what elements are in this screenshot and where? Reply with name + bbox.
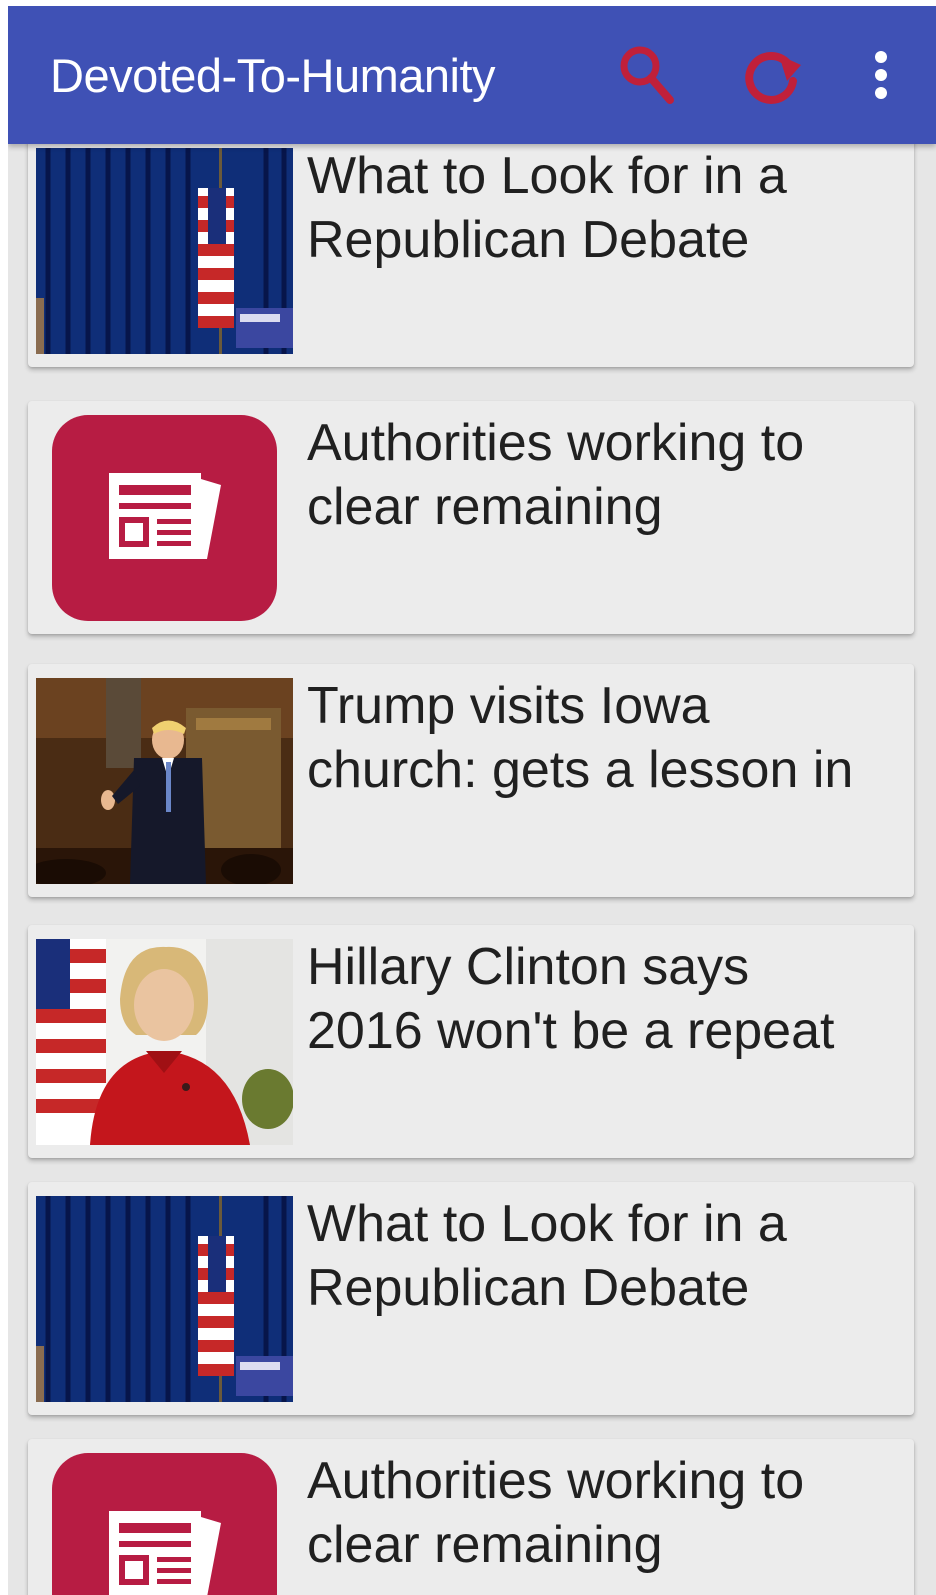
debate-stage-thumbnail [36, 148, 293, 354]
card-title-line-2: Republican Debate [307, 1259, 750, 1317]
newspaper-icon [108, 472, 221, 564]
news-card[interactable]: Trump visits Iowa church: gets a lesson … [28, 664, 914, 897]
newspaper-icon [108, 1510, 221, 1595]
news-feed[interactable]: What to Look for in a Republican Debate [8, 144, 936, 1595]
newspaper-thumbnail [52, 415, 277, 621]
newspaper-thumbnail [52, 1453, 277, 1595]
debate-stage-thumbnail [36, 1196, 293, 1402]
card-title: Authorities working to clear remaining [307, 411, 907, 539]
card-title: Trump visits Iowa church: gets a lesson … [307, 674, 907, 802]
card-title-line-2: clear remaining [307, 1516, 663, 1574]
card-title: What to Look for in a Republican Debate [307, 1192, 907, 1320]
app-window: Devoted-To-Humanity What to Look for in … [8, 6, 936, 1595]
card-title-line-1: Trump visits Iowa [307, 677, 710, 735]
church-thumbnail [36, 678, 293, 884]
search-icon[interactable] [612, 40, 682, 110]
card-title-line-2: clear remaining [307, 478, 663, 536]
card-title-line-2: church: gets a lesson in [307, 741, 854, 799]
card-title-line-2: Republican Debate [307, 211, 750, 269]
card-title-line-1: Authorities working to [307, 1452, 805, 1510]
news-card[interactable]: Hillary Clinton says 2016 won't be a rep… [28, 925, 914, 1158]
news-card[interactable]: Authorities working to clear remaining [28, 1439, 914, 1595]
news-card[interactable]: Authorities working to clear remaining [28, 401, 914, 634]
card-title: What to Look for in a Republican Debate [307, 144, 907, 272]
news-card[interactable]: What to Look for in a Republican Debate [28, 1182, 914, 1415]
card-title: Hillary Clinton says 2016 won't be a rep… [307, 935, 907, 1063]
card-title-line-1: Hillary Clinton says [307, 938, 750, 996]
card-title: Authorities working to clear remaining [307, 1449, 907, 1577]
card-title-line-1: What to Look for in a [307, 147, 787, 205]
card-title-line-2: 2016 won't be a repeat [307, 1002, 835, 1060]
clinton-thumbnail [36, 939, 293, 1145]
app-title: Devoted-To-Humanity [50, 49, 496, 102]
refresh-icon[interactable] [736, 40, 806, 110]
card-title-line-1: What to Look for in a [307, 1195, 787, 1253]
app-bar: Devoted-To-Humanity [8, 6, 936, 144]
card-title-line-1: Authorities working to [307, 414, 805, 472]
more-vert-icon[interactable] [846, 40, 916, 110]
news-card[interactable]: What to Look for in a Republican Debate [28, 144, 914, 367]
